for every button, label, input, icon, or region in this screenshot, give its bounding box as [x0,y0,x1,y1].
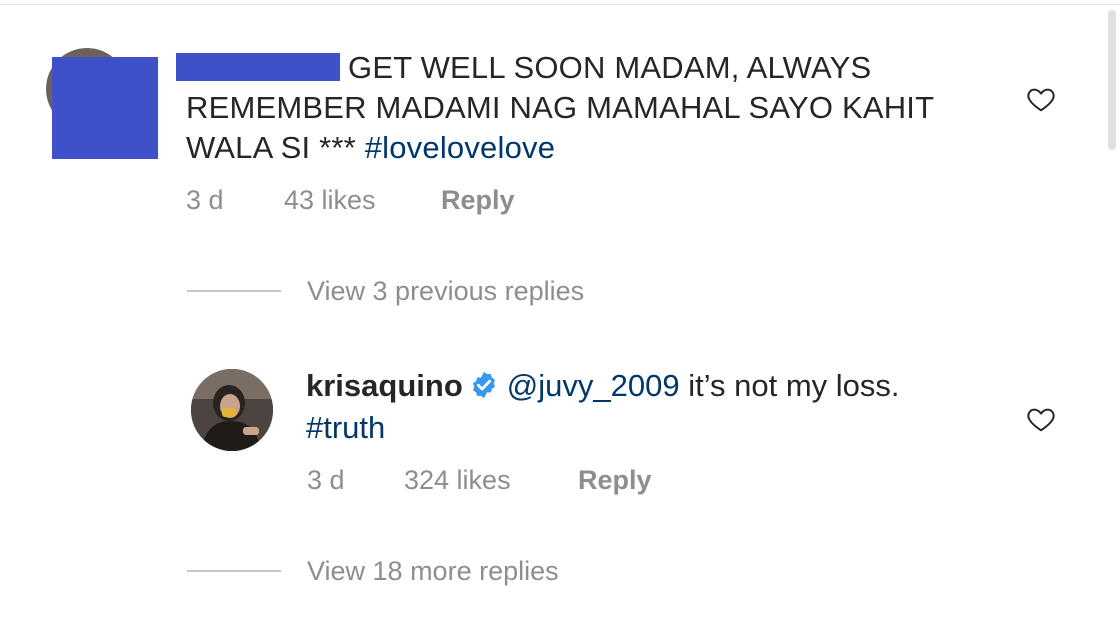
comment-text-line1: GET WELL SOON MADAM, ALWAYS [348,50,872,85]
likes-count[interactable]: 324 likes [404,465,511,496]
comment-time[interactable]: 3 d [307,465,345,496]
likes-count[interactable]: 43 likes [284,185,376,216]
comment-text-line2: REMEMBER MADAMI NAG MAMAHAL SAYO KAHIT [186,90,935,125]
hashtag-link[interactable]: #lovelovelove [365,130,555,165]
comment-1-text: GET WELL SOON MADAM, ALWAYS REMEMBER MAD… [186,48,996,168]
reply-button[interactable]: Reply [441,185,515,216]
scrollbar[interactable] [1108,10,1116,150]
verified-badge-icon [472,371,495,399]
thread-line [187,570,281,572]
hashtag-link[interactable]: #truth [306,410,385,445]
view-more-replies-button[interactable]: View 18 more replies [307,556,559,587]
username-link[interactable]: krisaquino [306,368,463,403]
heart-outline-icon[interactable] [1026,404,1056,434]
mention-link[interactable]: @juvy_2009 [507,368,680,403]
view-previous-replies-button[interactable]: View 3 previous replies [307,276,584,307]
comment-text-line3: WALA SI *** [186,130,365,165]
redaction-block-avatar [52,57,158,159]
comment-2-text: krisaquino @juvy_2009 it’s not my loss. … [306,365,1006,449]
comment-text: it’s not my loss. [679,368,900,403]
heart-outline-icon[interactable] [1026,84,1056,114]
comment-time[interactable]: 3 d [186,185,224,216]
reply-button[interactable]: Reply [578,465,652,496]
thread-line [187,290,281,292]
krisaquino-avatar[interactable] [191,369,273,451]
top-divider [0,4,1120,5]
